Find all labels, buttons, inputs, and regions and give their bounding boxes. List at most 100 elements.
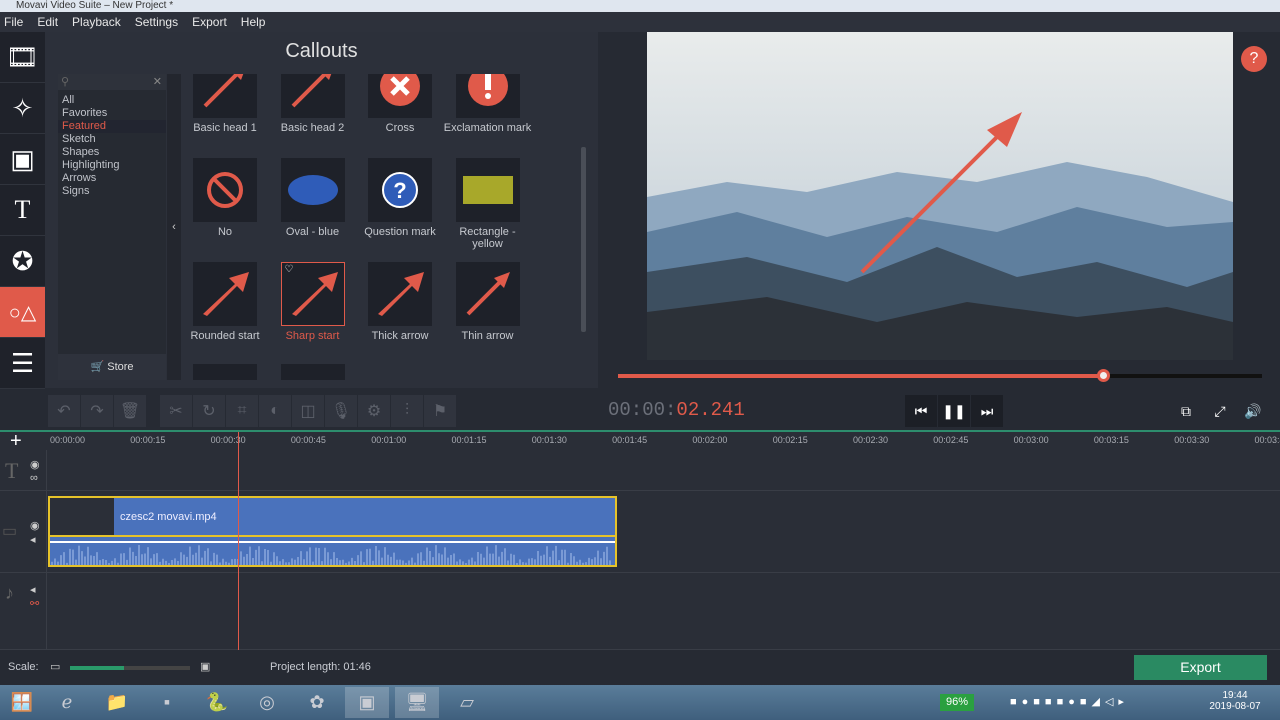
record-icon[interactable]: 🎙 <box>325 395 357 427</box>
speaker-icon[interactable]: ◂ <box>30 533 36 546</box>
pause-button[interactable]: ❚❚ <box>938 395 970 427</box>
status-bar: Scale: ▭ ▣ Project length: 01:46 <box>0 650 1280 685</box>
callout-oval-blue[interactable]: Oval - blue <box>269 158 357 238</box>
movavi-icon[interactable]: ▣ <box>345 687 389 718</box>
marker-icon[interactable]: ⚑ <box>424 395 456 427</box>
edit-toolbar: ↶ ↷ 🗑 ✂ ↻ ⌗ ◐ ◫ 🎙 ⚙ ⫶ ⚑ 00:00:02.241 ⏮ ❚❚ ⏭ ⧉ ⤢ 🔊 <box>45 393 1280 429</box>
scale-label: Scale: <box>8 661 39 673</box>
category-sketch[interactable]: Sketch <box>58 133 166 146</box>
menu-edit[interactable]: Edit <box>37 15 58 29</box>
callout-thin-arrow[interactable]: Thin arrow <box>444 262 532 342</box>
settings-icon[interactable]: ⚙ <box>358 395 390 427</box>
titles-icon[interactable]: T <box>0 185 45 236</box>
magic-wand-icon[interactable]: ✧ <box>0 83 45 134</box>
terminal-icon[interactable]: ▪ <box>145 687 189 718</box>
playback-progress[interactable] <box>618 369 1262 382</box>
popout-icon[interactable]: ⧉ <box>1170 395 1202 427</box>
callout-basic-head-1[interactable]: Basic head 1 <box>181 74 269 134</box>
preview-frame <box>647 32 1233 360</box>
skip-back-button[interactable]: ⏮ <box>905 395 937 427</box>
callouts-icon[interactable]: ○△ <box>0 287 45 338</box>
menu-settings[interactable]: Settings <box>135 15 178 29</box>
callout-grid: Basic head 1 Basic head 2 Cross Exclamation… <box>181 74 581 380</box>
callout-basic-head-2[interactable]: Basic head 2 <box>269 74 357 134</box>
callout-rounded-start[interactable]: Rounded start <box>181 262 269 342</box>
video-clip[interactable]: czesc2 movavi.mp4 <box>48 496 617 567</box>
rotate-icon[interactable]: ↻ <box>193 395 225 427</box>
help-button[interactable]: ? <box>1241 46 1267 72</box>
menu-playback[interactable]: Playback <box>72 15 121 29</box>
video-preview: ? <box>598 32 1280 362</box>
python-icon[interactable]: 🐍 <box>195 687 239 718</box>
callout-exclamation-mark[interactable]: Exclamation mark <box>444 74 532 134</box>
delete-icon[interactable]: 🗑 <box>114 395 146 427</box>
clear-icon[interactable]: ✕ <box>153 75 162 88</box>
speaker-icon[interactable]: ◂ <box>30 583 36 596</box>
callout-sharp-start[interactable]: Sharp start ♡ <box>269 262 357 342</box>
folder-icon[interactable]: 📁 <box>95 687 139 718</box>
volume-icon[interactable]: 🔊 <box>1237 395 1269 427</box>
notes-icon[interactable]: ▱ <box>445 687 489 718</box>
playhead[interactable] <box>238 432 239 650</box>
battery-indicator[interactable]: 96% <box>940 694 974 711</box>
tray-icons[interactable]: ■●■■■●■◢◁▸ <box>1010 695 1129 708</box>
eye-icon[interactable]: ◉ <box>30 458 40 471</box>
collapse-button[interactable]: ‹ <box>167 74 181 380</box>
callout-thick-arrow[interactable]: Thick arrow <box>356 262 444 342</box>
ruler-tick: 00:03:30 <box>1174 435 1210 445</box>
category-favorites[interactable]: Favorites <box>58 107 166 120</box>
stickers-icon[interactable]: ✪ <box>0 236 45 287</box>
clock[interactable]: 19:44 2019-08-07 <box>1205 690 1265 712</box>
stabilize-icon[interactable]: ◫ <box>292 395 324 427</box>
menu-file[interactable]: File <box>4 15 23 29</box>
menu-help[interactable]: Help <box>241 15 266 29</box>
menu-export[interactable]: Export <box>192 15 227 29</box>
search-input[interactable]: ⚲ ✕ <box>58 74 166 90</box>
equalizer-icon[interactable]: ⫶ <box>391 395 423 427</box>
callout-partial[interactable] <box>193 364 257 380</box>
undo-icon[interactable]: ↶ <box>48 395 80 427</box>
store-button[interactable]: 🛒 Store <box>58 354 166 380</box>
callout-partial[interactable] <box>280 364 345 380</box>
timeline-ruler[interactable]: + 00:00:00 00:00:15 00:00:30 00:00:45 00:01:… <box>0 430 1280 452</box>
ie-icon[interactable]: ℯ <box>45 687 89 718</box>
color-icon[interactable]: ◐ <box>259 395 291 427</box>
cut-icon[interactable]: ✂ <box>160 395 192 427</box>
text-track-icon: T <box>5 458 19 483</box>
favorite-icon[interactable]: ♡ <box>285 264 294 275</box>
app-icon[interactable]: ✿ <box>295 687 339 718</box>
callout-rectangle-yellow[interactable]: Rectangle - yellow <box>444 158 532 250</box>
zoom-out-icon[interactable]: ▭ <box>50 660 60 673</box>
skip-forward-button[interactable]: ⏭ <box>971 395 1003 427</box>
start-button[interactable]: 🪟 <box>0 687 44 718</box>
category-featured[interactable]: Featured <box>58 120 166 133</box>
redo-icon[interactable]: ↷ <box>81 395 113 427</box>
scale-slider[interactable] <box>70 666 190 670</box>
category-arrows[interactable]: Arrows <box>58 172 166 185</box>
more-icon[interactable]: ☰ <box>0 338 45 389</box>
export-button[interactable]: Export <box>1134 655 1267 680</box>
monitor-icon[interactable]: 🖥 <box>395 687 439 718</box>
chrome-icon[interactable]: ◎ <box>245 687 289 718</box>
fullscreen-icon[interactable]: ⤢ <box>1204 395 1236 427</box>
unlink-icon[interactable]: ⚯ <box>30 597 39 610</box>
category-list: ⚲ ✕ All Favorites Featured Sketch Shapes Highl… <box>58 74 166 380</box>
transitions-icon[interactable]: ▣ <box>0 134 45 185</box>
category-all[interactable]: All <box>58 94 166 107</box>
callout-question-mark[interactable]: ? Question mark <box>356 158 444 238</box>
panel-title: Callouts <box>285 40 358 62</box>
media-icon[interactable]: 🎞 <box>0 32 45 83</box>
category-highlighting[interactable]: Highlighting <box>58 159 166 172</box>
category-shapes[interactable]: Shapes <box>58 146 166 159</box>
scrollbar[interactable] <box>581 147 586 332</box>
link-icon[interactable]: ∞ <box>30 472 38 484</box>
eye-icon[interactable]: ◉ <box>30 519 40 532</box>
category-signs[interactable]: Signs <box>58 185 166 198</box>
zoom-in-icon[interactable]: ▣ <box>200 660 210 673</box>
callout-no[interactable]: No <box>181 158 269 238</box>
crop-icon[interactable]: ⌗ <box>226 395 258 427</box>
ruler-tick: 00:02:45 <box>933 435 969 445</box>
callouts-panel: Callouts ⚲ ✕ All Favorites Featured Sketch Sh… <box>45 32 598 388</box>
callout-cross[interactable]: Cross <box>356 74 444 134</box>
progress-handle[interactable] <box>1097 369 1111 382</box>
